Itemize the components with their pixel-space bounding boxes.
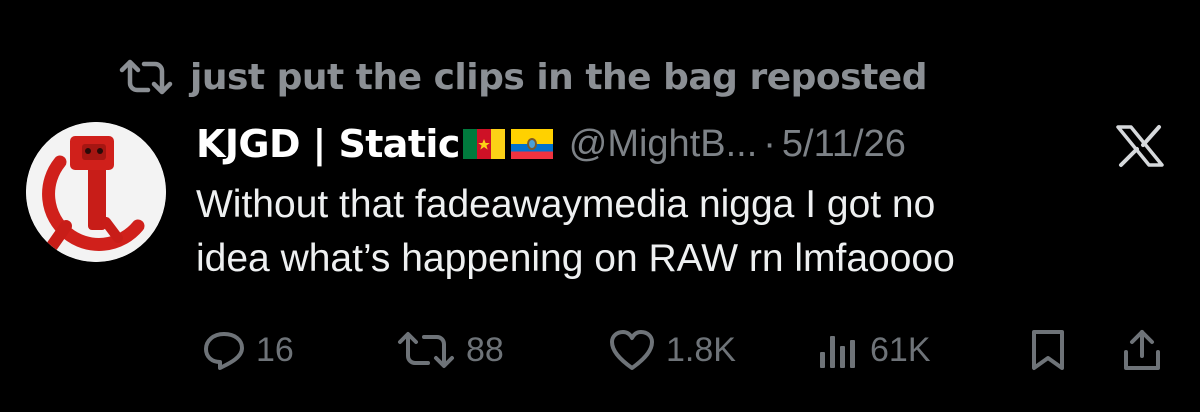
- share-icon: [1120, 328, 1164, 372]
- bookmark-icon: [1028, 328, 1068, 372]
- tweet-text-line: idea what’s happening on RAW rn lmfaoooo: [196, 237, 955, 280]
- repost-header[interactable]: just put the clips in the bag reposted: [118, 54, 927, 100]
- repost-label: just put the clips in the bag reposted: [190, 56, 927, 98]
- bookmark-button[interactable]: [1028, 324, 1068, 376]
- share-button[interactable]: [1120, 324, 1164, 376]
- display-name[interactable]: KJGD | Static: [196, 122, 460, 166]
- timestamp[interactable]: 5/11/26: [782, 123, 906, 166]
- reply-button[interactable]: 16: [202, 324, 294, 376]
- tweet-header: KJGD | Static @MightB... · 5/11/26: [196, 116, 906, 172]
- separator-dot: ·: [763, 122, 776, 165]
- cameroon-flag-icon: [462, 129, 505, 159]
- repost-count: 88: [466, 330, 504, 369]
- tweet-text: Without that fadeawaymedia nigga I got n…: [196, 178, 1176, 286]
- ecuador-flag-icon: [510, 129, 553, 159]
- reply-icon: [202, 328, 246, 372]
- x-logo-icon: [1112, 124, 1168, 168]
- avatar[interactable]: [26, 122, 166, 262]
- repost-icon: [396, 328, 456, 372]
- analytics-icon: [816, 328, 860, 372]
- like-count: 1.8K: [666, 330, 736, 369]
- view-count: 61K: [870, 330, 931, 369]
- action-bar: 16 88 1.8K 61K: [196, 324, 1176, 376]
- reply-count: 16: [256, 330, 294, 369]
- like-button[interactable]: 1.8K: [608, 324, 736, 376]
- user-handle[interactable]: @MightB...: [569, 123, 758, 166]
- tweet-text-line: Without that fadeawaymedia nigga I got n…: [196, 183, 936, 226]
- repost-icon: [118, 57, 174, 97]
- repost-button[interactable]: 88: [396, 324, 504, 376]
- heart-icon: [608, 328, 656, 372]
- views-button[interactable]: 61K: [816, 324, 931, 376]
